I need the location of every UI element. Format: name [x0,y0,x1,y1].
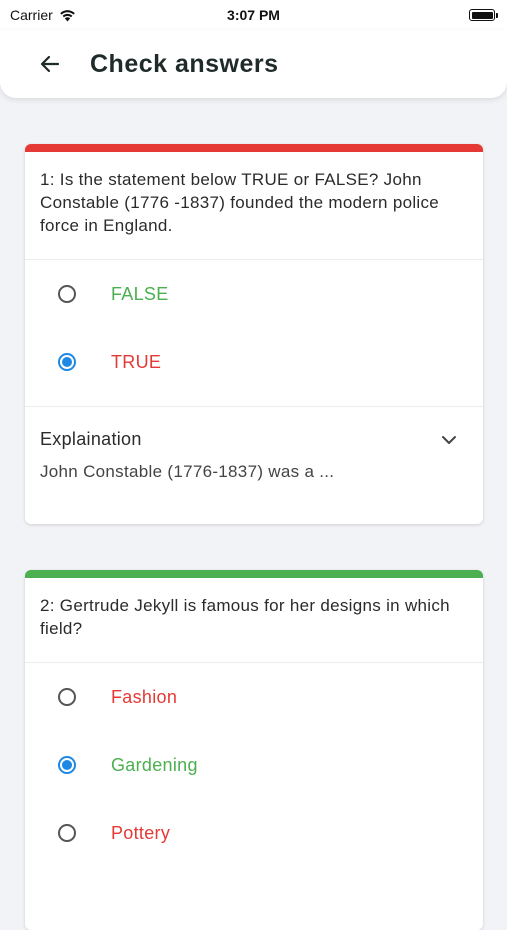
wifi-icon [59,9,75,21]
answer-option[interactable]: Pottery [25,799,483,867]
status-left: Carrier [10,7,76,23]
carrier-label: Carrier [10,7,53,23]
radio-button[interactable] [58,285,76,303]
status-bar: Carrier 3:07 PM [0,0,507,30]
app-bar: Check answers [0,30,507,98]
option-label: TRUE [111,351,162,372]
radio-button[interactable] [58,353,76,371]
answer-option[interactable]: FALSE [25,260,483,328]
answer-option[interactable]: Gardening [25,731,483,799]
radio-button[interactable] [58,824,76,842]
card-accent-bar [25,144,483,152]
status-time: 3:07 PM [227,7,280,23]
answer-option[interactable]: Fashion [25,663,483,731]
explanation-preview: John Constable (1776-1837) was a ... [40,462,335,481]
option-label: Gardening [111,754,198,775]
radio-button[interactable] [58,688,76,706]
explanation-toggle[interactable]: Explaination [25,407,483,450]
chevron-down-icon [442,435,456,444]
page-title: Check answers [90,49,279,78]
option-label: Pottery [111,822,171,843]
back-button[interactable] [36,50,64,78]
question-card: 2: Gertrude Jekyll is famous for her des… [25,570,483,930]
battery-icon [469,9,498,21]
answer-option[interactable]: TRUE [25,328,483,396]
explanation-title: Explaination [40,429,142,449]
radio-button[interactable] [58,756,76,774]
back-arrow-icon [40,55,60,73]
question-card: 1: Is the statement below TRUE or FALSE?… [25,144,483,524]
question-text: 2: Gertrude Jekyll is famous for her des… [40,596,450,638]
option-label: FALSE [111,283,169,304]
option-label: Fashion [111,686,178,707]
card-accent-bar [25,570,483,578]
question-text: 1: Is the statement below TRUE or FALSE?… [40,170,440,235]
